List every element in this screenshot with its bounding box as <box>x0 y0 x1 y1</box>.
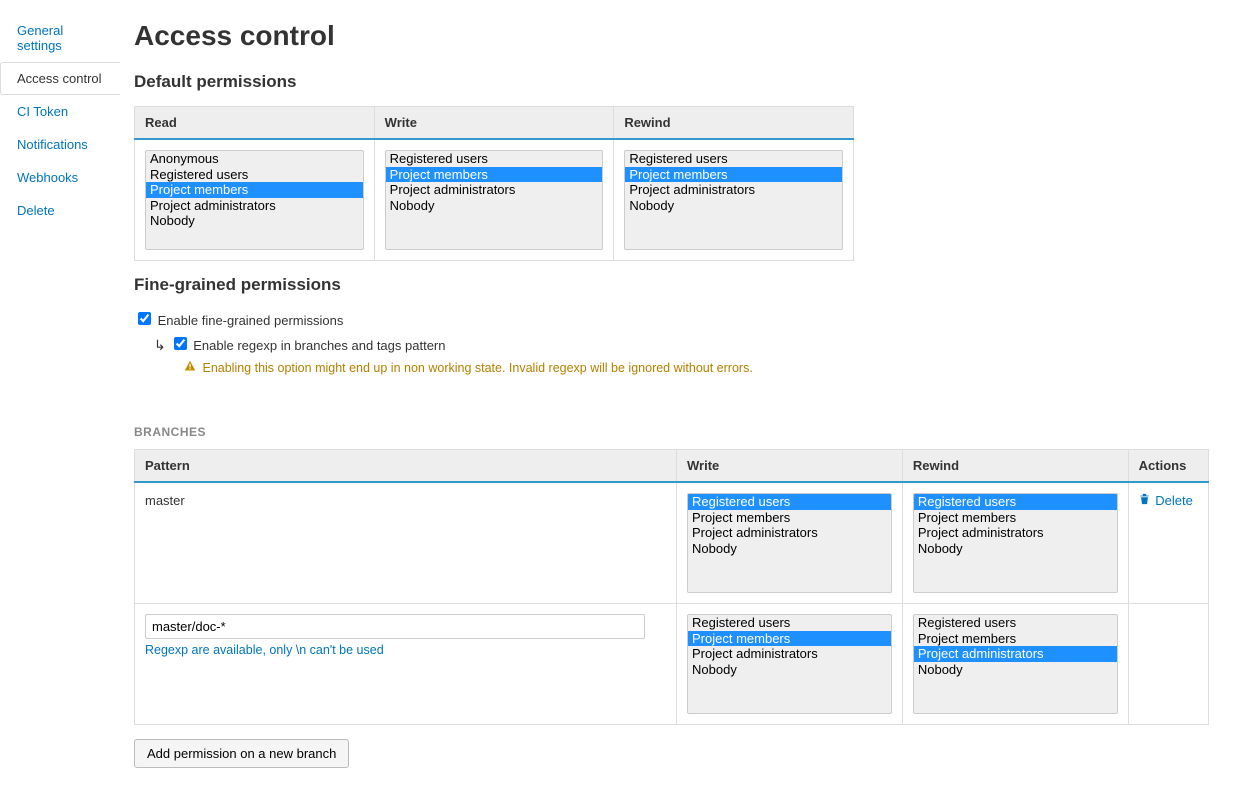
regexp-warning: Enabling this option might end up in non… <box>184 360 1236 375</box>
branch-rewind-select[interactable]: Registered usersProject membersProject a… <box>913 614 1118 714</box>
regexp-warning-text: Enabling this option might end up in non… <box>202 361 752 375</box>
col-branch-write: Write <box>677 450 903 483</box>
rewind-permissions-select[interactable]: Registered usersProject membersProject a… <box>624 150 843 250</box>
page-title: Access control <box>134 20 1236 52</box>
sidebar-item-ci-token[interactable]: CI Token <box>0 95 120 128</box>
col-write: Write <box>374 107 614 140</box>
branch-write-select[interactable]: Registered usersProject membersProject a… <box>687 493 892 593</box>
branch-row: Regexp are available, only \n can't be u… <box>135 604 1209 725</box>
trash-icon <box>1139 493 1154 508</box>
delete-branch-link[interactable]: Delete <box>1139 493 1193 508</box>
write-permissions-select[interactable]: Registered usersProject membersProject a… <box>385 150 604 250</box>
branch-pattern-input[interactable] <box>145 614 645 639</box>
enable-fine-grained-checkbox[interactable] <box>138 312 151 325</box>
sub-arrow-icon: ↳ <box>154 337 166 354</box>
branch-row: master Registered usersProject membersPr… <box>135 482 1209 604</box>
enable-regexp-checkbox[interactable] <box>174 337 187 350</box>
read-permissions-select[interactable]: AnonymousRegistered usersProject members… <box>145 150 364 250</box>
enable-fine-grained-label[interactable]: Enable fine-grained permissions <box>158 313 344 328</box>
sidebar-item-notifications[interactable]: Notifications <box>0 128 120 161</box>
default-permissions-table: Read Write Rewind AnonymousRegistered us… <box>134 106 854 261</box>
main-content: Access control Default permissions Read … <box>120 0 1256 798</box>
delete-label: Delete <box>1155 493 1193 508</box>
sidebar-item-webhooks[interactable]: Webhooks <box>0 161 120 194</box>
branch-pattern: master <box>135 482 677 604</box>
add-branch-permission-button[interactable]: Add permission on a new branch <box>134 739 349 768</box>
warning-icon <box>184 360 196 375</box>
branches-heading: BRANCHES <box>134 425 1236 439</box>
sidebar-item-access-control[interactable]: Access control <box>0 62 120 95</box>
regexp-hint: Regexp are available, only \n can't be u… <box>145 643 666 657</box>
default-permissions-heading: Default permissions <box>134 72 1236 92</box>
sidebar-item-delete[interactable]: Delete <box>0 194 120 227</box>
col-branch-rewind: Rewind <box>902 450 1128 483</box>
fine-grained-heading: Fine-grained permissions <box>134 275 1236 295</box>
branches-table: Pattern Write Rewind Actions master Regi… <box>134 449 1209 725</box>
enable-regexp-label[interactable]: Enable regexp in branches and tags patte… <box>193 338 445 353</box>
sidebar-item-general-settings[interactable]: General settings <box>0 14 120 62</box>
branch-rewind-select[interactable]: Registered usersProject membersProject a… <box>913 493 1118 593</box>
settings-sidebar: General settings Access control CI Token… <box>0 0 120 798</box>
col-rewind: Rewind <box>614 107 854 140</box>
branch-write-select[interactable]: Registered usersProject membersProject a… <box>687 614 892 714</box>
col-read: Read <box>135 107 375 140</box>
col-actions: Actions <box>1128 450 1208 483</box>
col-pattern: Pattern <box>135 450 677 483</box>
